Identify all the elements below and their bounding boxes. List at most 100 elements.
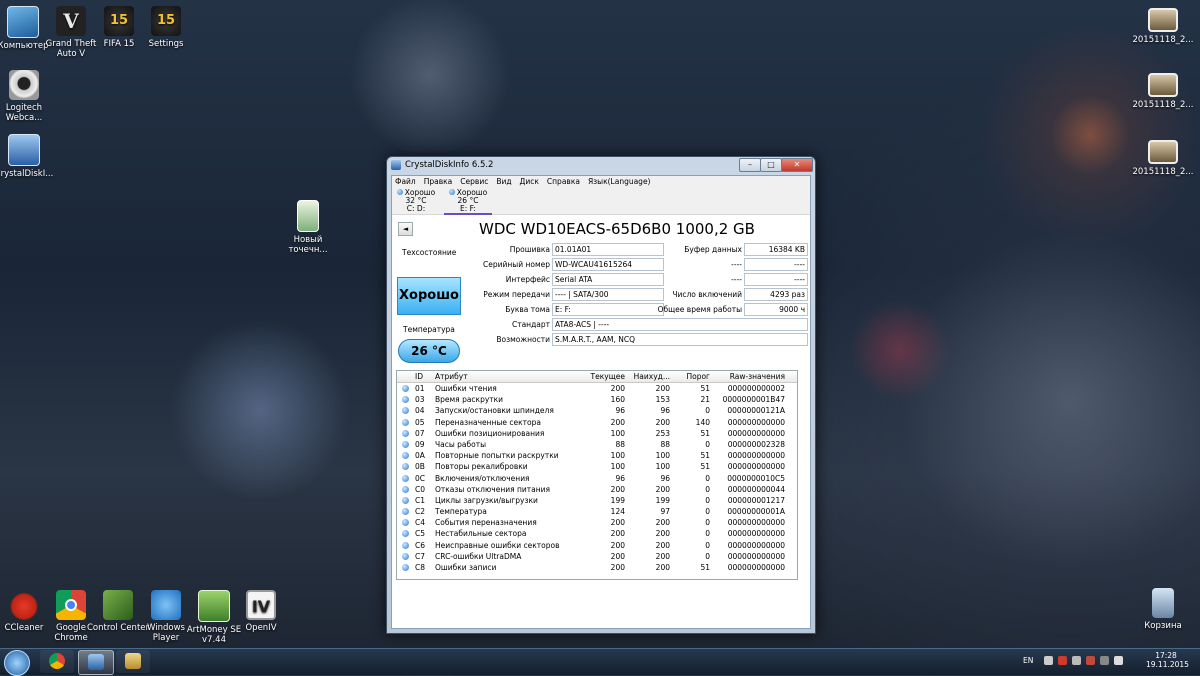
standard-label: Стандарт: [511, 320, 550, 329]
desktop-icon-openiv[interactable]: IV OpenIV: [228, 590, 294, 633]
empty-label-1: ----: [731, 260, 742, 269]
header-worst[interactable]: Наихуд...: [625, 371, 670, 382]
table-row[interactable]: 0C Включения/отключения 96 96 0 0000000010C5: [397, 473, 797, 484]
cell-current: 100: [610, 451, 625, 461]
minimize-button[interactable]: –: [739, 158, 761, 172]
header-current[interactable]: Текущее: [581, 371, 625, 382]
menu-language[interactable]: Язык(Language): [588, 176, 651, 188]
tray-app-icon[interactable]: [1086, 656, 1095, 665]
desktop-icon-image-3[interactable]: 20151118_2...: [1130, 140, 1196, 177]
header-raw[interactable]: Raw-значения: [710, 371, 787, 382]
table-row[interactable]: C7 CRC-ошибки UltraDMA 200 200 0 000000000000: [397, 551, 797, 562]
status-cell: [397, 417, 413, 428]
cell-id: C4: [415, 518, 426, 528]
desktop-icon-crystaldisk[interactable]: CrystalDiskI...: [0, 134, 57, 179]
header-id[interactable]: ID: [413, 371, 433, 382]
desktop-icon-image-2[interactable]: 20151118_2...: [1130, 73, 1196, 110]
serial-label: Серийный номер: [483, 260, 550, 269]
status-cell: [397, 540, 413, 551]
table-row[interactable]: 01 Ошибки чтения 200 200 51 000000000002: [397, 383, 797, 394]
features-label: Возможности: [496, 335, 550, 344]
table-row[interactable]: 05 Переназначенные сектора 200 200 140 000000…: [397, 417, 797, 428]
health-status-button[interactable]: Хорошо: [397, 277, 461, 315]
transfer-mode-value: ---- | SATA/300: [552, 288, 664, 301]
table-header: ID Атрибут Текущее Наихуд... Порог Raw-з…: [397, 371, 797, 383]
cell-threshold: 51: [700, 563, 710, 572]
table-row[interactable]: C1 Циклы загрузки/выгрузки 199 199 0 00000000…: [397, 495, 797, 506]
openiv-icon: IV: [246, 590, 276, 620]
table-row[interactable]: 0B Повторы рекалибровки 100 100 51 0000000000…: [397, 461, 797, 472]
table-row[interactable]: C5 Нестабильные сектора 200 200 0 00000000000…: [397, 528, 797, 539]
taskbar-chrome[interactable]: [40, 650, 74, 673]
smart-attribute-table: ID Атрибут Текущее Наихуд... Порог Raw-з…: [396, 370, 798, 580]
cell-id: C6: [415, 540, 426, 550]
table-row[interactable]: C0 Отказы отключения питания 200 200 0 000000…: [397, 484, 797, 495]
menu-disk[interactable]: Диск: [520, 176, 539, 188]
maximize-button[interactable]: □: [760, 158, 782, 172]
menu-edit[interactable]: Правка: [424, 176, 453, 188]
menu-help[interactable]: Справка: [547, 176, 580, 188]
cell-threshold: 0: [705, 518, 710, 528]
table-row[interactable]: C4 События переназначения 200 200 0 000000000…: [397, 517, 797, 528]
temperature-badge[interactable]: 26 °C: [398, 339, 460, 363]
cell-raw: 000000001217: [727, 495, 785, 505]
desktop-icon-notepad[interactable]: Новый точечн...: [275, 200, 341, 255]
menu-service[interactable]: Сервис: [460, 176, 488, 188]
control-center-icon: [103, 590, 133, 620]
power-hours-label: Общее время работы: [657, 305, 742, 314]
table-body: 01 Ошибки чтения 200 200 51 000000000002 03 Вре…: [397, 383, 797, 573]
table-row[interactable]: 09 Часы работы 88 88 0 000000002328: [397, 439, 797, 450]
cell-threshold: 140: [695, 417, 710, 427]
window-titlebar[interactable]: CrystalDiskInfo 6.5.2 – □ ✕: [387, 157, 815, 173]
cell-attribute: Циклы загрузки/выгрузки: [435, 495, 538, 505]
cell-id: 07: [415, 428, 425, 438]
table-row[interactable]: 0A Повторные попытки раскрутки 100 100 51 000…: [397, 450, 797, 461]
chrome-icon: [49, 653, 65, 669]
cell-worst: 200: [655, 484, 670, 494]
taskbar: EN 17:28 19.11.2015: [0, 648, 1200, 676]
tray-app-icon[interactable]: [1058, 656, 1067, 665]
cell-current: 124: [610, 507, 625, 517]
empty-value-2: ----: [744, 273, 808, 286]
image-file-icon: [1148, 140, 1178, 164]
cell-raw: 000000000000: [727, 428, 785, 438]
disk-tab-e-f[interactable]: Хорошо 26 °C E: F:: [444, 189, 492, 215]
flag-icon[interactable]: [1100, 656, 1109, 665]
cell-worst: 199: [655, 495, 670, 505]
menu-view[interactable]: Вид: [496, 176, 511, 188]
window-title: CrystalDiskInfo 6.5.2: [405, 160, 494, 170]
status-cell: [397, 495, 413, 506]
table-row[interactable]: 04 Запуски/остановки шпинделя 96 96 0 0000000…: [397, 405, 797, 416]
previous-disk-button[interactable]: ◄: [398, 222, 413, 236]
table-row[interactable]: 07 Ошибки позиционирования 100 253 51 0000000…: [397, 428, 797, 439]
header-attribute[interactable]: Атрибут: [433, 371, 581, 382]
table-row[interactable]: C6 Неисправные ошибки секторов 200 200 0 0000…: [397, 540, 797, 551]
table-row[interactable]: 03 Время раскрутки 160 153 21 0000000001B47: [397, 394, 797, 405]
cell-attribute: Неисправные ошибки секторов: [435, 540, 560, 550]
disk-tab-c-d[interactable]: Хорошо 32 °C C: D:: [392, 189, 440, 213]
status-cell: [397, 506, 413, 517]
desktop-icon-settings[interactable]: 15 Settings: [133, 6, 199, 49]
status-dot-icon: [401, 418, 409, 426]
cell-worst: 100: [655, 462, 670, 472]
header-threshold[interactable]: Порог: [670, 371, 710, 382]
status-cell: [397, 405, 413, 416]
desktop-icon-image-1[interactable]: 20151118_2...: [1130, 8, 1196, 45]
desktop-icon-webcam[interactable]: Logitech Webca...: [0, 70, 57, 123]
network-icon[interactable]: [1072, 656, 1081, 665]
volume-icon[interactable]: [1114, 656, 1123, 665]
taskbar-app[interactable]: [116, 650, 150, 673]
menu-file[interactable]: Файл: [395, 176, 416, 188]
power-count-label: Число включений: [672, 290, 742, 299]
language-indicator[interactable]: EN: [1023, 656, 1033, 665]
table-row[interactable]: C8 Ошибки записи 200 200 51 000000000000: [397, 562, 797, 573]
close-button[interactable]: ✕: [781, 158, 813, 172]
tray-arrow-icon[interactable]: [1044, 656, 1053, 665]
table-row[interactable]: C2 Температура 124 97 0 00000000001A: [397, 506, 797, 517]
taskbar-crystaldiskinfo[interactable]: [78, 650, 114, 675]
cell-id: 03: [415, 395, 425, 405]
clock[interactable]: 17:28 19.11.2015: [1146, 651, 1189, 669]
start-button[interactable]: [4, 650, 30, 676]
cell-worst: 200: [655, 551, 670, 561]
desktop-icon-recycle-bin[interactable]: Корзина: [1130, 588, 1196, 631]
